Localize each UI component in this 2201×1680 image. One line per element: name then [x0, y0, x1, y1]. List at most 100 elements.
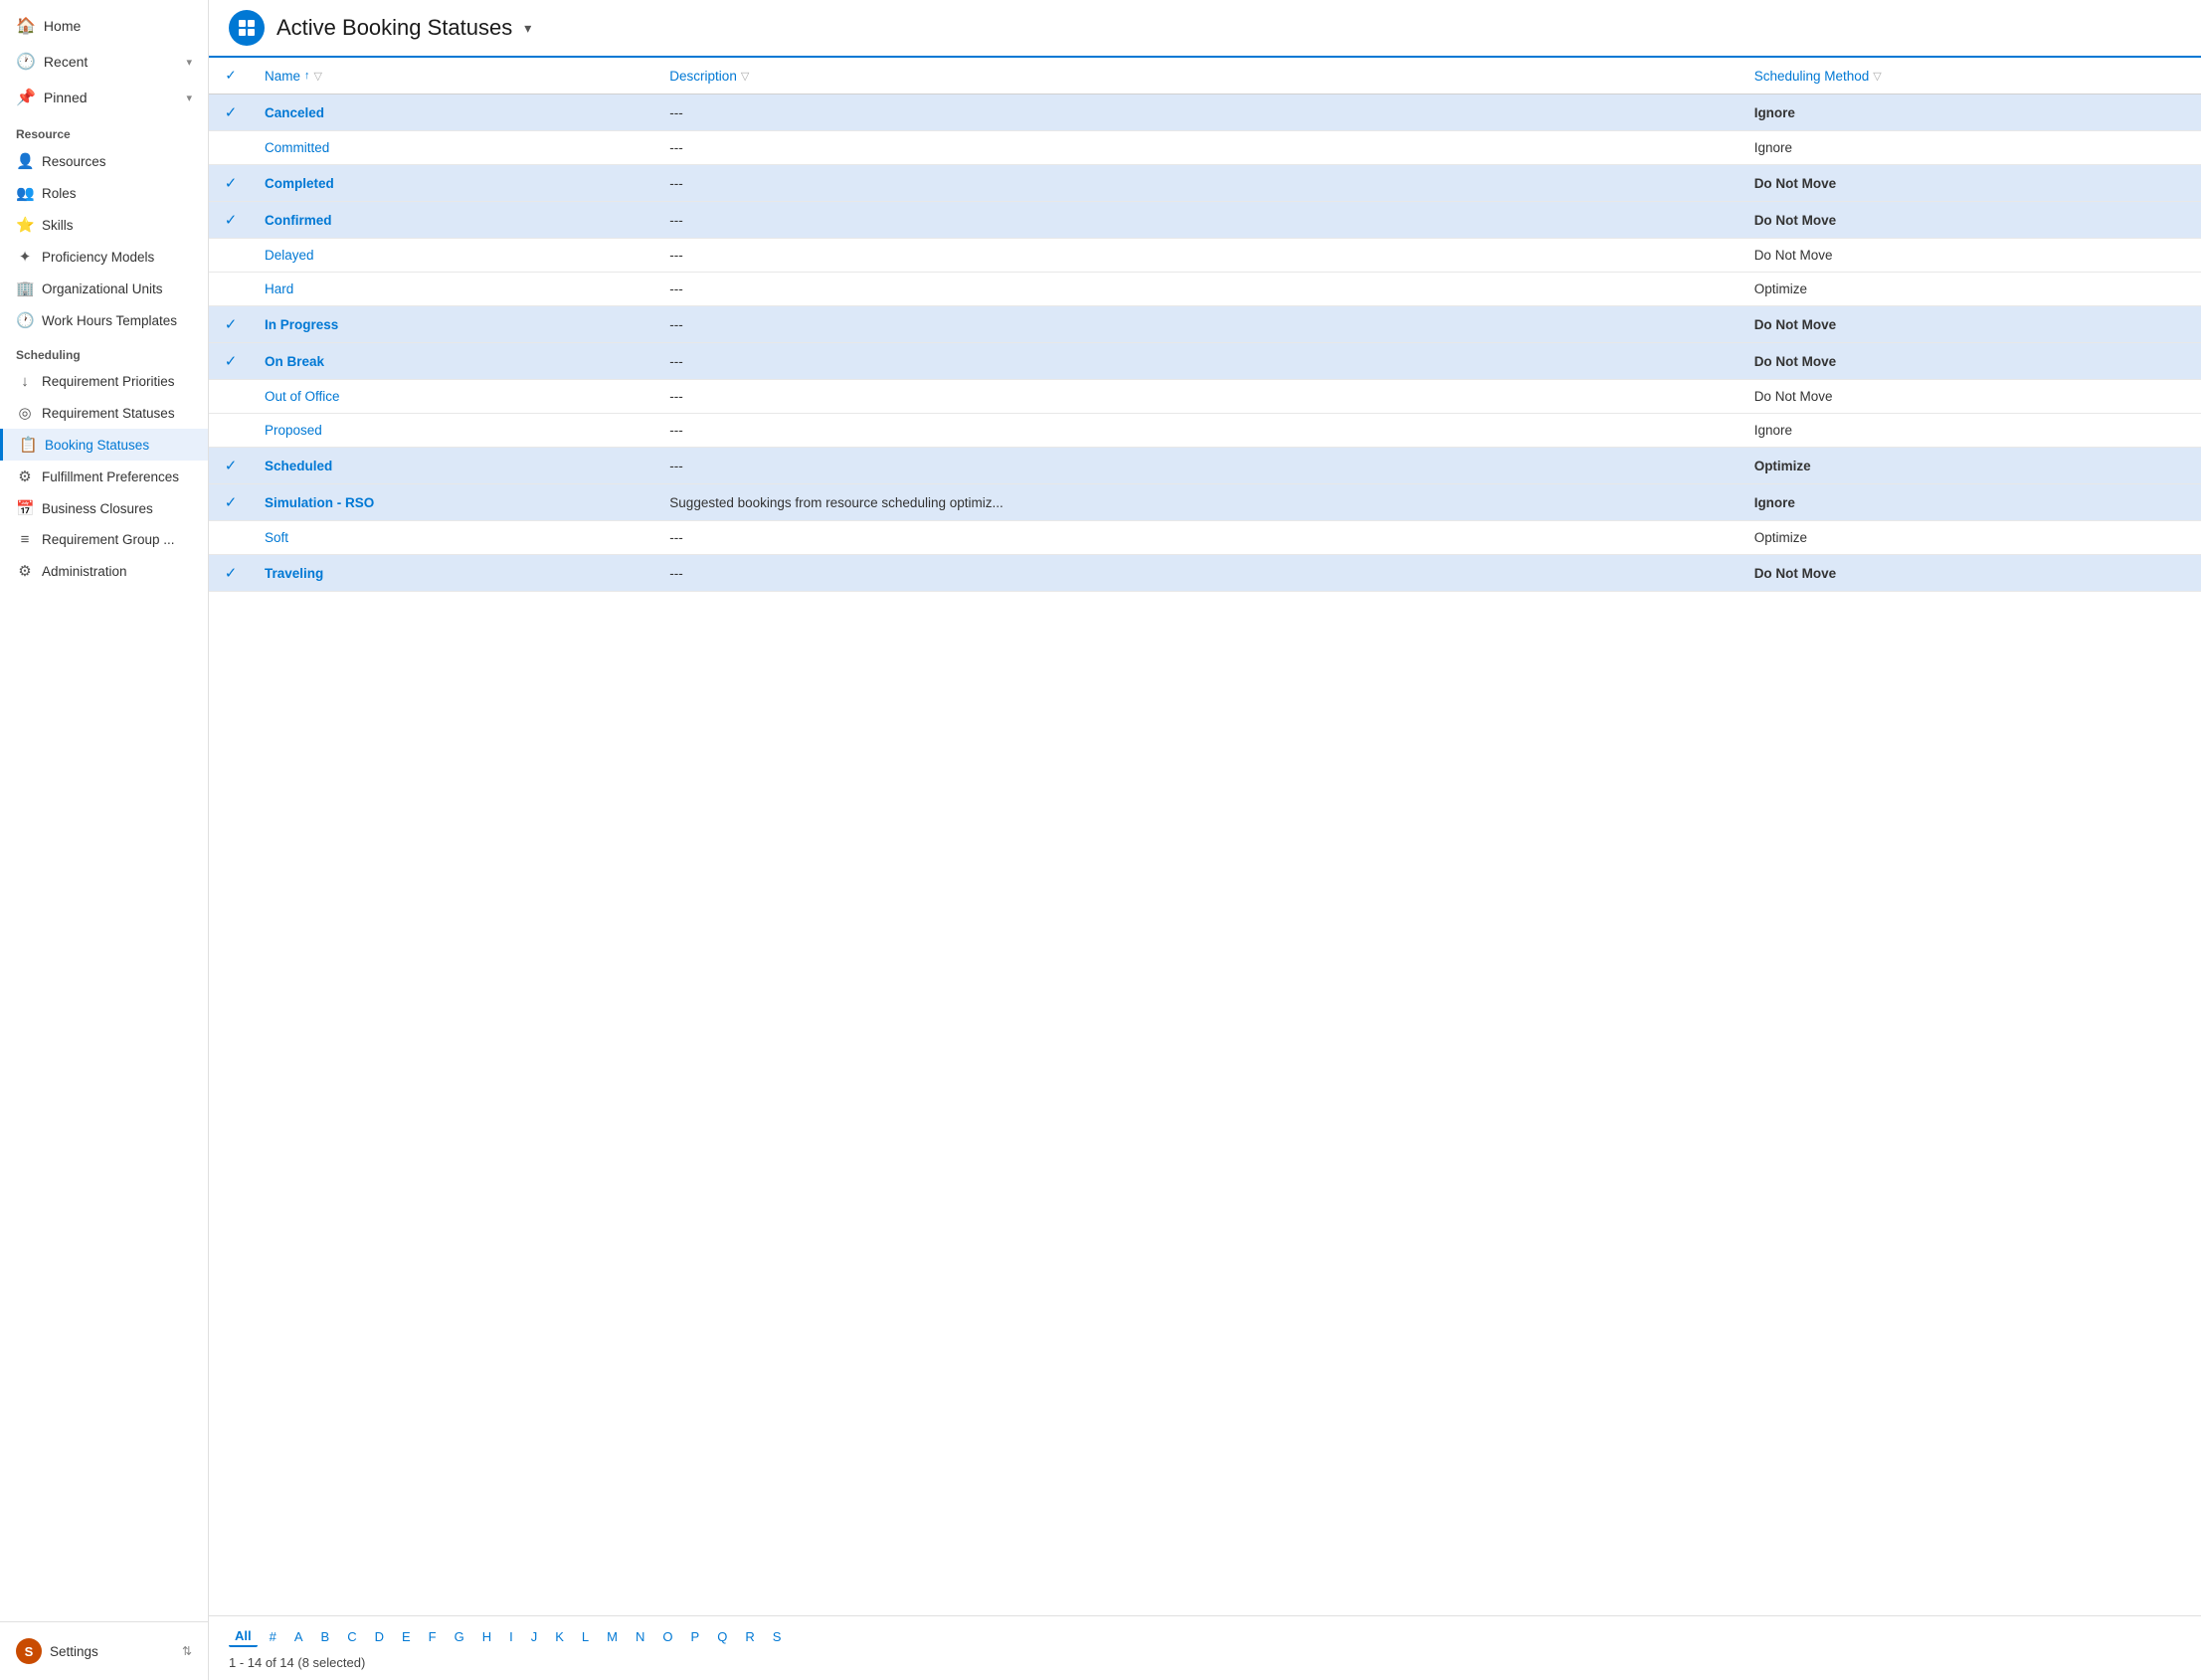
row-description: --- [657, 273, 1742, 306]
row-checkbox[interactable]: ✓ [209, 555, 253, 592]
alpha-nav-item[interactable]: L [576, 1627, 595, 1646]
row-checkbox[interactable]: ✓ [209, 343, 253, 380]
alpha-nav-item[interactable]: M [601, 1627, 624, 1646]
alpha-nav-item[interactable]: J [525, 1627, 544, 1646]
table-row[interactable]: Hard---Optimize [209, 273, 2201, 306]
row-name[interactable]: Proposed [253, 414, 657, 448]
table-row[interactable]: ✓Scheduled---Optimize [209, 448, 2201, 484]
checkmark-icon: ✓ [225, 353, 238, 370]
table-row[interactable]: ✓Confirmed---Do Not Move [209, 202, 2201, 239]
alpha-nav-item[interactable]: H [476, 1627, 497, 1646]
sidebar-item-business-closures[interactable]: 📅 Business Closures [0, 492, 208, 524]
alpha-nav-item[interactable]: D [369, 1627, 390, 1646]
table-row[interactable]: ✓Traveling---Do Not Move [209, 555, 2201, 592]
scheduling-method-column-header[interactable]: Scheduling Method ▽ [1742, 58, 2201, 94]
sidebar-item-fulfillment-preferences[interactable]: ⚙ Fulfillment Preferences [0, 461, 208, 492]
alpha-nav-item[interactable]: E [396, 1627, 417, 1646]
alpha-nav-item[interactable]: B [315, 1627, 336, 1646]
settings-item[interactable]: S Settings ⇅ [0, 1630, 208, 1672]
table-row[interactable]: Soft---Optimize [209, 521, 2201, 555]
scheduling-method-column-label: Scheduling Method [1754, 69, 1870, 84]
sidebar-item-work-hours-templates[interactable]: 🕐 Work Hours Templates [0, 304, 208, 336]
filter-icon[interactable]: ▽ [314, 70, 322, 83]
sidebar-item-requirement-statuses[interactable]: ◎ Requirement Statuses [0, 397, 208, 429]
table-row[interactable]: ✓Completed---Do Not Move [209, 165, 2201, 202]
row-checkbox[interactable] [209, 131, 253, 165]
skills-icon: ⭐ [16, 216, 34, 234]
alpha-nav-item[interactable]: P [685, 1627, 706, 1646]
table-row[interactable]: Committed---Ignore [209, 131, 2201, 165]
row-name[interactable]: Confirmed [253, 202, 657, 239]
row-checkbox[interactable]: ✓ [209, 306, 253, 343]
row-checkbox[interactable] [209, 239, 253, 273]
sidebar-item-pinned[interactable]: 📌 Pinned ▾ [0, 80, 208, 115]
sidebar-item-home[interactable]: 🏠 Home [0, 8, 208, 44]
name-column-header[interactable]: Name ↑ ▽ [253, 58, 657, 94]
row-checkbox[interactable] [209, 380, 253, 414]
alpha-nav-item[interactable]: Q [711, 1627, 733, 1646]
sidebar-item-roles[interactable]: 👥 Roles [0, 177, 208, 209]
row-name[interactable]: On Break [253, 343, 657, 380]
row-name[interactable]: Scheduled [253, 448, 657, 484]
row-name[interactable]: Delayed [253, 239, 657, 273]
alpha-nav-item[interactable]: O [656, 1627, 678, 1646]
alpha-nav-item[interactable]: R [739, 1627, 760, 1646]
alpha-nav-item[interactable]: N [630, 1627, 650, 1646]
row-checkbox[interactable]: ✓ [209, 202, 253, 239]
row-name[interactable]: Traveling [253, 555, 657, 592]
table-row[interactable]: ✓In Progress---Do Not Move [209, 306, 2201, 343]
select-all-check[interactable]: ✓ [225, 68, 236, 83]
alpha-nav-item[interactable]: A [288, 1627, 309, 1646]
table-row[interactable]: ✓Simulation - RSOSuggested bookings from… [209, 484, 2201, 521]
pin-icon: 📌 [16, 88, 36, 107]
alpha-nav-item[interactable]: G [449, 1627, 470, 1646]
table-row[interactable]: Delayed---Do Not Move [209, 239, 2201, 273]
alpha-nav-item[interactable]: F [423, 1627, 443, 1646]
sidebar-item-requirement-group[interactable]: ≡ Requirement Group ... [0, 524, 208, 555]
name-column-label: Name [265, 69, 300, 84]
row-name[interactable]: In Progress [253, 306, 657, 343]
row-name[interactable]: Soft [253, 521, 657, 555]
row-checkbox[interactable]: ✓ [209, 94, 253, 131]
table-row[interactable]: ✓Canceled---Ignore [209, 94, 2201, 131]
alpha-nav-item[interactable]: # [264, 1627, 282, 1646]
row-checkbox[interactable] [209, 273, 253, 306]
row-checkbox[interactable]: ✓ [209, 165, 253, 202]
description-column-header[interactable]: Description ▽ [657, 58, 1742, 94]
filter-icon[interactable]: ▽ [1873, 70, 1881, 83]
sidebar-item-resources[interactable]: 👤 Resources [0, 145, 208, 177]
recent-icon: 🕐 [16, 52, 36, 72]
row-checkbox[interactable]: ✓ [209, 484, 253, 521]
row-name[interactable]: Hard [253, 273, 657, 306]
alpha-nav-item[interactable]: All [229, 1626, 258, 1647]
row-checkbox[interactable] [209, 414, 253, 448]
row-name[interactable]: Simulation - RSO [253, 484, 657, 521]
row-name[interactable]: Canceled [253, 94, 657, 131]
sidebar-item-recent[interactable]: 🕐 Recent ▾ [0, 44, 208, 80]
row-checkbox[interactable]: ✓ [209, 448, 253, 484]
alpha-nav-item[interactable]: I [503, 1627, 519, 1646]
alpha-nav-item[interactable]: S [767, 1627, 788, 1646]
sidebar-item-proficiency-models[interactable]: ✦ Proficiency Models [0, 241, 208, 273]
alpha-nav-item[interactable]: K [549, 1627, 570, 1646]
row-name[interactable]: Completed [253, 165, 657, 202]
row-name[interactable]: Out of Office [253, 380, 657, 414]
table-row[interactable]: Out of Office---Do Not Move [209, 380, 2201, 414]
row-name[interactable]: Committed [253, 131, 657, 165]
sidebar-item-booking-statuses[interactable]: 📋 Booking Statuses [0, 429, 208, 461]
sidebar-item-label: Administration [42, 564, 127, 579]
sidebar-item-organizational-units[interactable]: 🏢 Organizational Units [0, 273, 208, 304]
table-row[interactable]: Proposed---Ignore [209, 414, 2201, 448]
sidebar-item-requirement-priorities[interactable]: ↓ Requirement Priorities [0, 366, 208, 397]
row-checkbox[interactable] [209, 521, 253, 555]
sidebar-item-administration[interactable]: ⚙ Administration [0, 555, 208, 587]
select-all-column[interactable]: ✓ [209, 58, 253, 94]
filter-icon[interactable]: ▽ [741, 70, 749, 83]
sidebar-item-skills[interactable]: ⭐ Skills [0, 209, 208, 241]
table-row[interactable]: ✓On Break---Do Not Move [209, 343, 2201, 380]
sort-icon[interactable]: ↑ [304, 70, 310, 82]
row-scheduling-method: Do Not Move [1742, 380, 2201, 414]
row-scheduling-method: Ignore [1742, 94, 2201, 131]
alpha-nav-item[interactable]: C [341, 1627, 362, 1646]
title-dropdown-chevron[interactable]: ▾ [524, 20, 531, 37]
